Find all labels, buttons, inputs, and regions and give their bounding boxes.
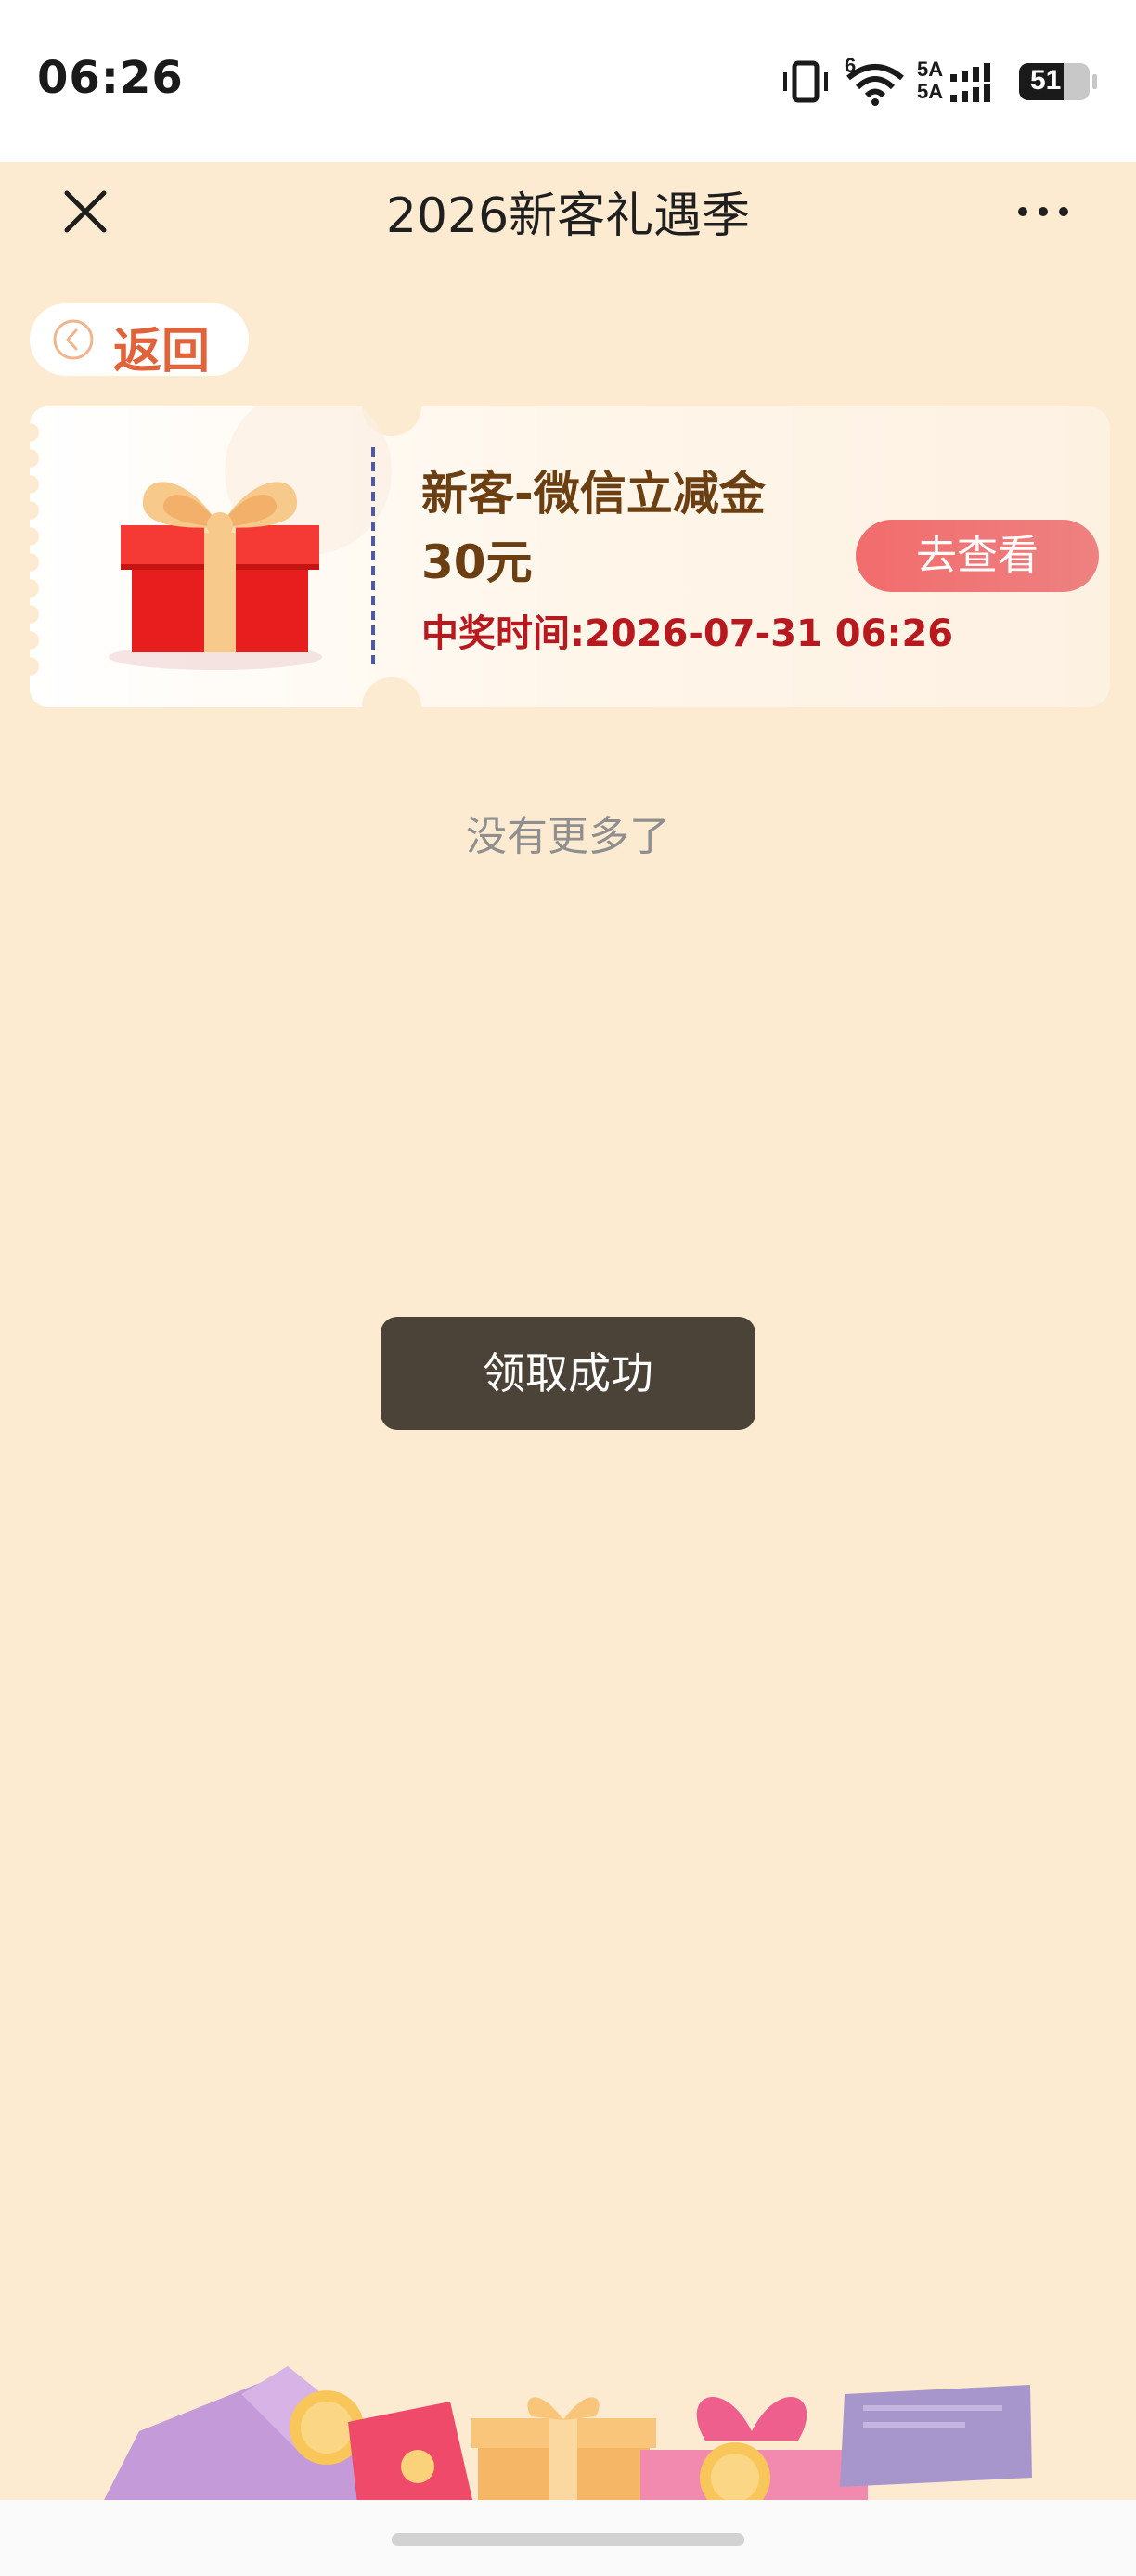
- more-icon: [1018, 207, 1068, 216]
- chevron-left-circle-icon: [53, 319, 94, 360]
- toast-message: 领取成功: [381, 1317, 755, 1430]
- prize-card: 新客-微信立减金 30元 中奖时间:2026-07-31 06:26 去查看: [30, 406, 1110, 707]
- wifi-icon: [846, 64, 904, 106]
- prize-time-value: 2026-07-31 06:26: [585, 612, 954, 655]
- home-indicator[interactable]: [392, 2533, 744, 2546]
- vibrate-icon: [783, 60, 828, 103]
- signal-icon: [950, 63, 990, 102]
- battery-icon: 51: [1019, 63, 1097, 100]
- network-label: 5A: [917, 58, 944, 81]
- view-button[interactable]: 去查看: [856, 520, 1099, 592]
- status-time: 06:26: [37, 52, 184, 104]
- back-label: 返回: [113, 324, 211, 380]
- more-button[interactable]: [1015, 200, 1071, 223]
- gift-box-icon: [109, 482, 322, 670]
- battery-level: 51: [1030, 65, 1062, 96]
- status-bar: 06:26 6 5A 5A 51: [0, 0, 1136, 162]
- prize-time-label: 中奖时间:: [421, 612, 585, 655]
- prize-name: 新客-微信立减金: [421, 467, 766, 521]
- prize-amount: 30元: [421, 535, 533, 589]
- gift-decoration: [102, 2366, 1032, 2504]
- network-label-2: 5A: [917, 80, 944, 103]
- page-title: 2026新客礼遇季: [385, 188, 751, 244]
- home-bar-area: [0, 2500, 1136, 2576]
- status-icons: 6 5A 5A 51: [780, 54, 1097, 108]
- prize-time: 中奖时间:2026-07-31 06:26: [421, 603, 953, 657]
- back-button[interactable]: 返回: [30, 303, 249, 380]
- list-footer: 没有更多了: [466, 813, 670, 860]
